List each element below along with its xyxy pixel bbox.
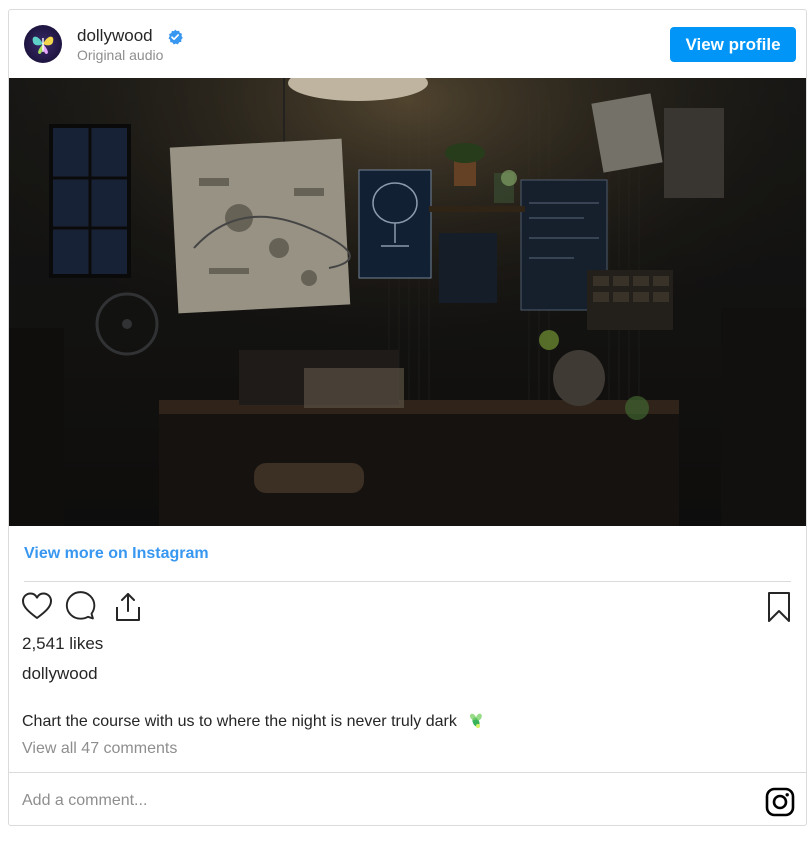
instagram-embed-card: dollywood Original audio View profile Vi… xyxy=(8,9,807,826)
heart-icon[interactable] xyxy=(20,590,54,624)
view-profile-button[interactable]: View profile xyxy=(670,27,796,62)
view-more-link[interactable]: View more on Instagram xyxy=(24,545,209,563)
add-comment-input[interactable]: Add a comment... xyxy=(22,792,147,810)
likes-count[interactable]: 2,541 likes xyxy=(22,634,103,654)
post-author[interactable]: dollywood xyxy=(22,664,98,684)
post-image[interactable] xyxy=(9,78,806,526)
audio-subtitle: Original audio xyxy=(77,47,164,63)
caption-text: Chart the course with us to where the ni… xyxy=(22,713,457,730)
workshop-scene-image xyxy=(9,78,806,526)
action-bar xyxy=(9,590,806,630)
firefly-emoji-icon xyxy=(470,713,483,728)
verified-badge-icon xyxy=(168,29,183,45)
divider xyxy=(24,581,791,582)
avatar[interactable] xyxy=(24,25,62,63)
username[interactable]: dollywood xyxy=(77,26,153,46)
share-icon[interactable] xyxy=(111,590,145,624)
post-caption: Chart the course with us to where the ni… xyxy=(22,711,485,731)
butterfly-logo-icon xyxy=(32,36,54,54)
post-header: dollywood Original audio View profile xyxy=(9,10,806,78)
instagram-logo-icon[interactable] xyxy=(764,786,796,818)
view-comments-link[interactable]: View all 47 comments xyxy=(22,740,177,758)
divider xyxy=(9,772,806,773)
bookmark-icon[interactable] xyxy=(762,590,796,624)
comment-icon[interactable] xyxy=(65,590,99,624)
